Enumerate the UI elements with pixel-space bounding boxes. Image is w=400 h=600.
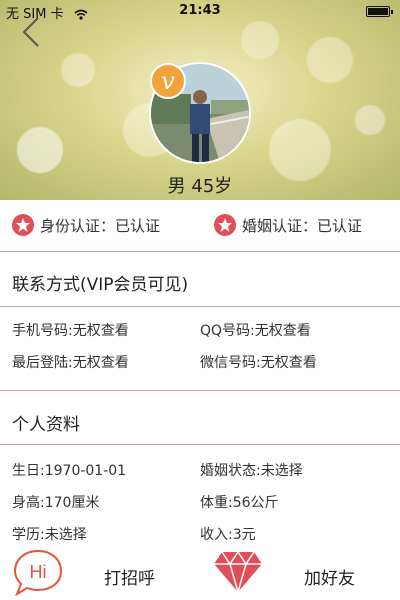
greet-button[interactable]: 打招呼 <box>104 564 155 589</box>
personal-section-title: 个人资料 <box>12 415 80 435</box>
status-time: 21:43 <box>179 3 221 18</box>
verification-row: 身份认证：已认证 婚姻认证：已认证 <box>0 200 400 252</box>
gender-age-label: 男 45岁 <box>167 176 233 197</box>
divider <box>0 306 400 307</box>
profile-header: 无 SIM 卡 21:43 v 男 45岁 <box>0 0 400 200</box>
marriage-verification-label: 婚姻认证：已认证 <box>242 216 363 235</box>
wechat-field: 微信号码:无权查看 <box>200 355 317 371</box>
last-login-field: 最后登陆:无权查看 <box>12 355 129 371</box>
identity-verification-label: 身份认证：已认证 <box>40 216 161 235</box>
add-friend-button[interactable]: 加好友 <box>304 564 355 589</box>
identity-verification: 身份认证：已认证 <box>12 214 160 236</box>
star-badge-icon <box>12 214 34 236</box>
divider <box>0 444 400 445</box>
status-bar: 无 SIM 卡 21:43 <box>0 0 400 22</box>
star-badge-icon <box>214 214 236 236</box>
hi-icon-text: Hi <box>30 562 47 582</box>
back-arrow-icon[interactable] <box>18 14 48 50</box>
birthday-field: 生日:1970-01-01 <box>12 463 127 479</box>
income-field: 收入:3元 <box>200 527 256 543</box>
bottom-action-bar: Hi 打招呼 加好友 <box>0 546 400 600</box>
education-field: 学历:未选择 <box>12 527 87 543</box>
hi-bubble-icon[interactable]: Hi <box>12 548 64 596</box>
marital-status-field: 婚姻状态:未选择 <box>200 463 303 479</box>
marriage-verification: 婚姻认证：已认证 <box>214 214 362 236</box>
qq-field: QQ号码:无权查看 <box>200 323 311 339</box>
contact-section-title: 联系方式(VIP会员可见) <box>12 275 189 295</box>
phone-field: 手机号码:无权查看 <box>12 323 129 339</box>
battery-icon <box>366 6 393 17</box>
divider <box>0 390 400 391</box>
weight-field: 体重:56公斤 <box>200 495 279 511</box>
vip-badge: v <box>150 63 186 99</box>
diamond-icon[interactable] <box>212 550 264 594</box>
height-field: 身高:170厘米 <box>12 495 100 511</box>
